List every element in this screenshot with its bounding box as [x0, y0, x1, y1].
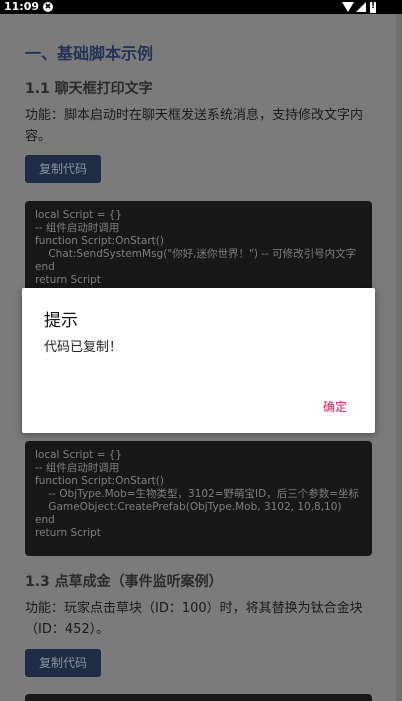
alert-dialog: 提示 代码已复制！ 确定: [22, 288, 375, 433]
dialog-message: 代码已复制！: [44, 340, 123, 355]
ok-button[interactable]: 确定: [321, 396, 349, 417]
dialog-title: 提示: [44, 311, 78, 331]
